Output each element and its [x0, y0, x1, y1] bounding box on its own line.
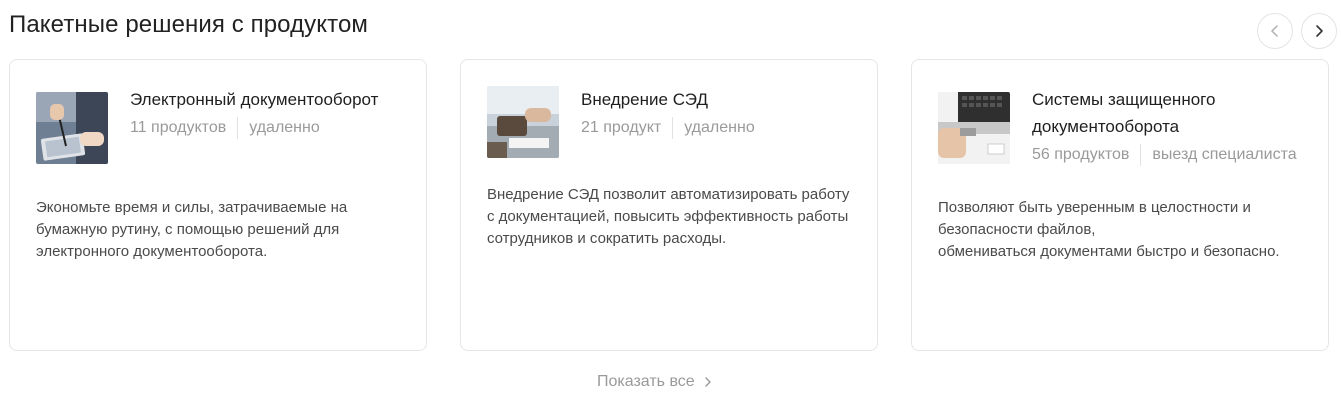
chevron-right-icon: [704, 377, 711, 387]
meta-divider: [1140, 144, 1142, 166]
section-title: Пакетные решения с продуктом: [9, 11, 369, 38]
service-mode: удаленно: [684, 119, 755, 136]
card-header: Внедрение СЭД 21 продукт удаленно: [487, 86, 881, 158]
meta-divider: [237, 117, 239, 139]
card-meta: 21 продукт удаленно: [581, 117, 881, 139]
card-thumbnail: [487, 86, 559, 158]
card-info: Электронный документооборот 11 продуктов…: [130, 86, 430, 164]
solution-card[interactable]: Электронный документооборот 11 продуктов…: [9, 59, 427, 351]
card-description: Экономьте время и силы, затрачиваемые на…: [36, 199, 348, 260]
card-title[interactable]: Внедрение СЭД: [581, 86, 881, 113]
card-meta: 11 продуктов удаленно: [130, 117, 430, 139]
card-info: Внедрение СЭД 21 продукт удаленно: [581, 86, 881, 158]
cards-row: Электронный документооборот 11 продуктов…: [9, 59, 1329, 351]
show-all-label: Показать все: [597, 373, 695, 390]
card-header: Системы защищенного документооборота 56 …: [938, 86, 1332, 166]
service-mode: выезд специалиста: [1152, 146, 1297, 163]
card-thumbnail: [36, 92, 108, 164]
meta-divider: [672, 117, 674, 139]
products-count: 56 продуктов: [1032, 146, 1130, 163]
service-mode: удаленно: [249, 119, 320, 136]
bundle-solutions-section: Пакетные решения с продуктом Электронный…: [0, 0, 1341, 416]
card-title[interactable]: Системы защищенного документооборота: [1032, 86, 1332, 140]
products-count: 11 продуктов: [130, 119, 227, 136]
description-line: обмениваться документами быстро и безопа…: [938, 243, 1280, 260]
carousel-prev-button[interactable]: [1257, 13, 1293, 49]
card-title[interactable]: Электронный документооборот: [130, 86, 430, 113]
solution-card[interactable]: Системы защищенного документооборота 56 …: [911, 59, 1329, 351]
card-info: Системы защищенного документооборота 56 …: [1032, 86, 1332, 166]
card-thumbnail: [938, 92, 1010, 164]
show-all-link[interactable]: Показать все: [597, 373, 713, 391]
chevron-right-icon: [1316, 25, 1323, 37]
card-meta: 56 продуктов выезд специалиста: [1032, 144, 1332, 166]
solution-card[interactable]: Внедрение СЭД 21 продукт удаленно Внедре…: [460, 59, 878, 351]
carousel-nav: [1257, 13, 1337, 49]
card-header: Электронный документооборот 11 продуктов…: [36, 86, 430, 164]
description-line: Позволяют быть уверенным в целостности и…: [938, 199, 1251, 238]
carousel-next-button[interactable]: [1301, 13, 1337, 49]
card-description: Позволяют быть уверенным в целостности и…: [938, 197, 1310, 263]
products-count: 21 продукт: [581, 119, 662, 136]
chevron-left-icon: [1271, 25, 1278, 37]
card-description: Внедрение СЭД позволит автоматизировать …: [487, 186, 850, 247]
